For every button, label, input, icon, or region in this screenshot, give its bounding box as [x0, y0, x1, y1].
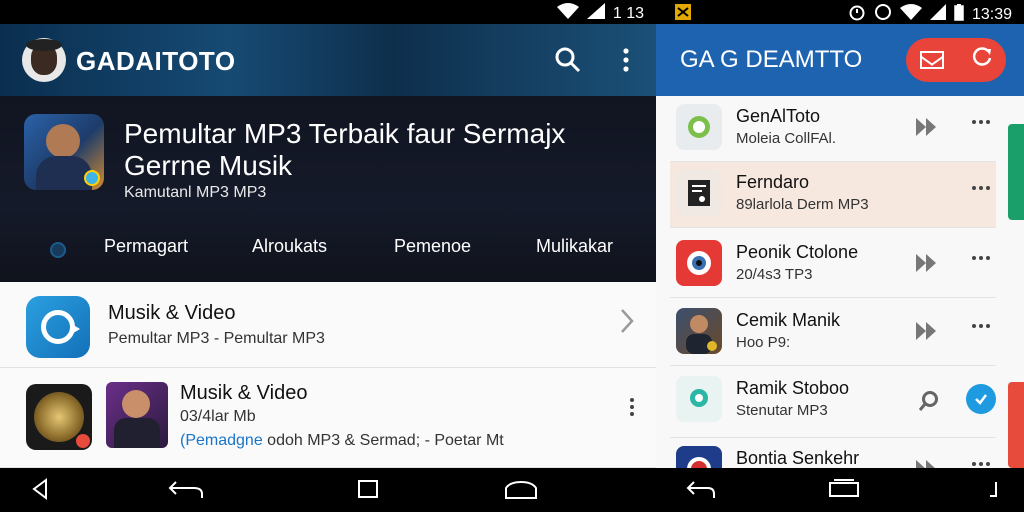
list-item-title: Peonik Ctolone — [736, 242, 859, 262]
search-icon[interactable] — [918, 390, 940, 417]
side-tab[interactable] — [1008, 382, 1024, 468]
chat-icon — [676, 376, 722, 422]
list-item-subtitle: Stenutar MP3 — [736, 402, 828, 419]
status-time: 13:39 — [971, 5, 1012, 23]
track-list: GenAlToto Moleia CollFAl. Ferndaro 89lar… — [656, 96, 1024, 492]
overflow-menu-icon[interactable] — [972, 462, 990, 466]
overflow-menu-icon[interactable] — [972, 186, 990, 190]
overflow-menu-icon[interactable] — [972, 324, 990, 328]
signal-icon — [929, 4, 946, 25]
list-item-title: Musik & Video — [180, 382, 308, 404]
hero-tabs: Permagart Alroukats Pemenoe Mulikakar — [0, 234, 656, 274]
action-pill — [906, 38, 1006, 82]
eye-icon — [676, 240, 722, 286]
list-item-subtitle: 89larlola Derm MP3 — [736, 196, 869, 213]
music-video-app-icon — [26, 296, 90, 358]
recents-icon[interactable] — [828, 478, 860, 504]
back-icon[interactable] — [30, 478, 50, 506]
return-icon[interactable] — [686, 478, 716, 506]
app-brand: GA G DEAMTTO — [680, 46, 863, 73]
scroll-indicator[interactable] — [1008, 124, 1024, 220]
sync-icon — [874, 3, 892, 26]
list-item-subtitle: Hoo P9: — [736, 334, 791, 351]
artist-thumbnail — [106, 382, 168, 448]
tab-1[interactable]: Permagart — [104, 236, 188, 257]
list-item[interactable]: Musik & Video 03/4lar Mb (Pemadgne odoh … — [0, 368, 656, 468]
signal-icon — [586, 3, 605, 24]
list-item-title: Cemik Manik — [736, 310, 841, 330]
nav-bar — [656, 468, 1024, 512]
right-screen: 13:39 GA G DEAMTTO GenAlToto Moleia Coll… — [656, 0, 1024, 512]
mail-icon[interactable] — [919, 51, 944, 69]
document-icon — [676, 170, 722, 216]
hero-title: Pemultar MP3 Terbaik faur Sermajx Gerrne… — [124, 118, 566, 181]
app-logo — [22, 38, 66, 82]
list-item-title: Ramik Stoboo — [736, 378, 850, 398]
left-screen: 1 13 GADAITOTO Pemultar MP3 Terbaik faur… — [0, 0, 656, 512]
vinyl-disc-icon — [26, 384, 92, 450]
list-item-description: (Pemadgne odoh MP3 & Sermad; - Poetar Mt — [180, 432, 504, 450]
status-time: 1 13 — [612, 4, 644, 22]
app-bar: GADAITOTO — [0, 24, 656, 96]
list-item[interactable]: Bontia Senkehr — [670, 438, 996, 492]
tab-3[interactable]: Pemenoe — [394, 236, 471, 257]
overflow-menu-icon[interactable] — [630, 398, 634, 416]
list-item-subtitle: Pemultar MP3 - Pemultar MP3 — [108, 330, 325, 347]
status-bar: 1 13 — [0, 0, 656, 24]
list-item-title: Musik & Video — [108, 302, 236, 324]
list-item[interactable]: Cemik Manik Hoo P9: — [670, 300, 996, 366]
list-item-title: Bontia Senkehr — [736, 448, 860, 468]
description-text: odoh MP3 & Sermad; - Poetar Mt — [262, 432, 504, 449]
search-icon[interactable] — [554, 44, 582, 76]
hero-banner: Pemultar MP3 Terbaik faur Sermajx Gerrne… — [0, 96, 656, 282]
list-item[interactable]: Ramik Stoboo Stenutar MP3 — [670, 368, 996, 438]
play-icon[interactable] — [916, 254, 940, 272]
hero-artwork — [24, 114, 104, 190]
list-item-subtitle: 03/4lar Mb — [180, 408, 256, 425]
list-item[interactable]: Musik & Video Pemultar MP3 - Pemultar MP… — [0, 282, 656, 368]
wifi-icon — [556, 3, 579, 24]
play-icon[interactable] — [916, 118, 940, 136]
menu-icon[interactable] — [986, 478, 1000, 506]
tab-2[interactable]: Alroukats — [252, 236, 327, 257]
overflow-menu-icon[interactable] — [972, 256, 990, 260]
play-icon[interactable] — [916, 322, 940, 340]
tab-4[interactable]: Mulikakar — [536, 236, 613, 257]
list-item-title: GenAlToto — [736, 106, 821, 126]
status-bar: 13:39 — [656, 0, 1024, 24]
app-icon — [676, 104, 722, 150]
battery-icon — [954, 3, 964, 26]
list-item[interactable]: Ferndaro 89larlola Derm MP3 — [670, 162, 996, 228]
alarm-icon — [848, 3, 866, 26]
description-link[interactable]: (Pemadgne — [180, 432, 263, 449]
app-notification-icon — [674, 3, 692, 26]
wifi-icon — [899, 4, 922, 25]
overflow-menu-icon[interactable] — [972, 120, 990, 124]
recents-icon[interactable] — [356, 478, 380, 506]
home-icon[interactable] — [504, 478, 538, 506]
list-item[interactable]: Peonik Ctolone 20/4s3 TP3 — [670, 232, 996, 298]
chevron-right-icon[interactable] — [620, 308, 634, 341]
refresh-icon[interactable] — [971, 46, 993, 74]
app-bar: GA G DEAMTTO — [656, 24, 1024, 96]
tab-indicator-icon — [50, 242, 66, 258]
list-item[interactable]: GenAlToto Moleia CollFAl. — [670, 96, 996, 162]
nav-bar — [0, 468, 656, 512]
hero-subtitle: Kamutanl MP3 MP3 — [124, 184, 267, 201]
list-item-subtitle: Moleia CollFAl. — [736, 130, 837, 147]
app-list: Musik & Video Pemultar MP3 - Pemultar MP… — [0, 282, 656, 468]
list-item-subtitle: 20/4s3 TP3 — [736, 266, 813, 283]
return-icon[interactable] — [168, 478, 204, 506]
artist-thumbnail — [676, 308, 722, 354]
more-options-icon[interactable] — [612, 44, 640, 76]
list-item-title: Ferndaro — [736, 172, 810, 192]
download-check-icon[interactable] — [966, 384, 996, 414]
app-brand: GADAITOTO — [76, 46, 236, 76]
